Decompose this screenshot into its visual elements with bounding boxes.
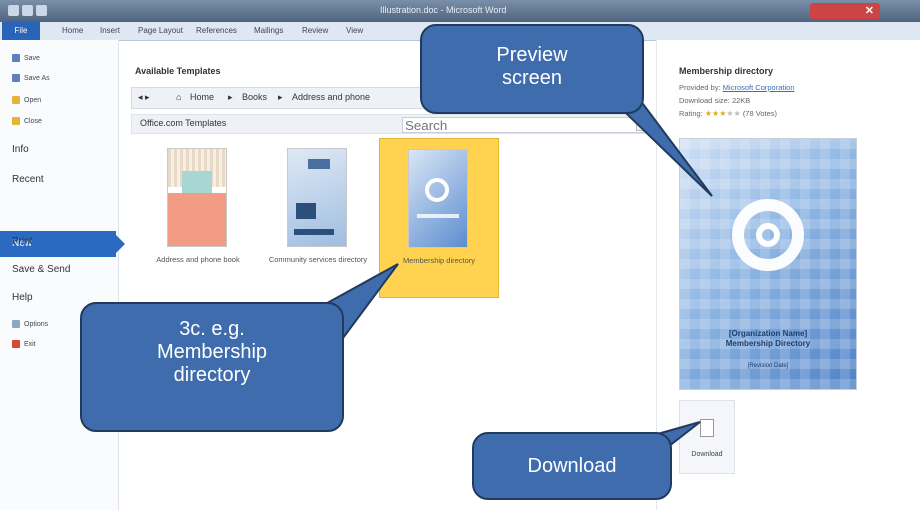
tab-file[interactable]: File bbox=[2, 22, 40, 40]
office-templates-bar: Office.com Templates ➔ bbox=[131, 114, 653, 134]
tab-page-layout[interactable]: Page Layout bbox=[138, 26, 183, 35]
download-callout: Download bbox=[472, 432, 672, 500]
template-community-services[interactable]: Community services directory bbox=[259, 138, 377, 296]
tab-insert[interactable]: Insert bbox=[100, 26, 120, 35]
office-templates-label: Office.com Templates bbox=[140, 118, 227, 128]
save-as-icon bbox=[12, 74, 20, 82]
tab-review[interactable]: Review bbox=[302, 26, 328, 35]
options-icon bbox=[12, 320, 20, 328]
sidebar-item-exit[interactable]: Exit bbox=[12, 340, 36, 348]
backstage-sidebar: Save Save As Open Close Info Recent New … bbox=[0, 40, 125, 510]
quick-access-toolbar[interactable] bbox=[8, 5, 98, 17]
preview-panel: Membership directory Provided by: Micros… bbox=[656, 40, 920, 510]
sidebar-item-help[interactable]: Help bbox=[12, 292, 33, 303]
breadcrumb-books[interactable]: Books bbox=[242, 92, 267, 102]
template-caption: Membership directory bbox=[402, 256, 476, 265]
template-caption: Address and phone book bbox=[156, 255, 240, 264]
star-icon[interactable]: ★ bbox=[726, 109, 733, 118]
example-callout: 3c. e.g. Membership directory bbox=[80, 302, 344, 432]
download-button-label: Download bbox=[691, 451, 723, 458]
sidebar-item-save[interactable]: Save bbox=[12, 54, 40, 62]
sidebar-item-info[interactable]: Info bbox=[12, 144, 29, 155]
search-go-icon[interactable]: ➔ bbox=[636, 117, 650, 131]
preview-cover-date: [Revision Date] bbox=[747, 363, 789, 369]
preview-title: Membership directory bbox=[679, 66, 774, 76]
back-icon[interactable]: ◂ ▸ bbox=[138, 92, 150, 103]
rating: Rating: ★★★★★ (78 Votes) bbox=[679, 109, 777, 118]
template-address-phone-book[interactable]: Address and phone book bbox=[139, 138, 257, 296]
template-thumbnail bbox=[408, 149, 468, 248]
template-thumbnail bbox=[287, 148, 347, 247]
provided-by: Provided by: Microsoft Corporation bbox=[679, 83, 795, 92]
template-membership-directory[interactable]: Membership directory bbox=[379, 138, 499, 298]
template-search-input[interactable] bbox=[402, 117, 644, 133]
sidebar-item-options[interactable]: Options bbox=[12, 320, 48, 328]
word-icon bbox=[8, 5, 19, 16]
sidebar-item-close[interactable]: Close bbox=[12, 117, 42, 125]
rating-stars[interactable]: ★★★★★ bbox=[705, 109, 741, 118]
tab-view[interactable]: View bbox=[346, 26, 363, 35]
download-size: Download size: 22KB bbox=[679, 96, 751, 105]
tab-home[interactable]: Home bbox=[62, 26, 83, 35]
sidebar-item-print[interactable]: Print bbox=[12, 236, 33, 247]
save-icon[interactable] bbox=[22, 5, 33, 16]
star-icon[interactable]: ★ bbox=[734, 109, 741, 118]
window-title: Illustration.doc - Microsoft Word bbox=[380, 5, 507, 15]
provider-link[interactable]: Microsoft Corporation bbox=[723, 83, 795, 92]
star-icon[interactable]: ★ bbox=[705, 109, 712, 118]
close-icon[interactable]: ✕ bbox=[865, 4, 874, 17]
breadcrumb-separator-icon: ▸ bbox=[278, 92, 283, 102]
download-button[interactable]: Download bbox=[679, 400, 735, 474]
close-folder-icon bbox=[12, 117, 20, 125]
template-preview-image: [Organization Name] Membership Directory … bbox=[679, 138, 857, 390]
preview-cover-text: [Organization Name] Membership Directory bbox=[725, 329, 811, 348]
breadcrumb-home[interactable]: Home bbox=[190, 92, 214, 102]
breadcrumb-separator-icon: ▸ bbox=[228, 92, 233, 102]
sidebar-item-recent[interactable]: Recent bbox=[12, 174, 44, 185]
sidebar-item-save-send[interactable]: Save & Send bbox=[12, 264, 70, 275]
document-icon bbox=[700, 419, 714, 437]
window-controls[interactable]: ✕ bbox=[810, 3, 880, 19]
title-bar: Illustration.doc - Microsoft Word ✕ bbox=[0, 0, 920, 22]
tab-mailings[interactable]: Mailings bbox=[254, 26, 283, 35]
template-thumbnail bbox=[167, 148, 227, 247]
available-templates-heading: Available Templates bbox=[135, 66, 221, 76]
folder-icon bbox=[12, 96, 20, 104]
breadcrumb-address[interactable]: Address and phone bbox=[292, 92, 370, 102]
template-caption: Community services directory bbox=[268, 255, 368, 264]
sidebar-item-save-as[interactable]: Save As bbox=[12, 74, 50, 82]
sidebar-item-open[interactable]: Open bbox=[12, 96, 41, 104]
preview-screen-callout: Preview screen bbox=[420, 24, 644, 114]
home-icon[interactable]: ⌂ bbox=[176, 92, 181, 102]
exit-icon bbox=[12, 340, 20, 348]
save-icon bbox=[12, 54, 20, 62]
tab-references[interactable]: References bbox=[196, 26, 237, 35]
undo-icon[interactable] bbox=[36, 5, 47, 16]
